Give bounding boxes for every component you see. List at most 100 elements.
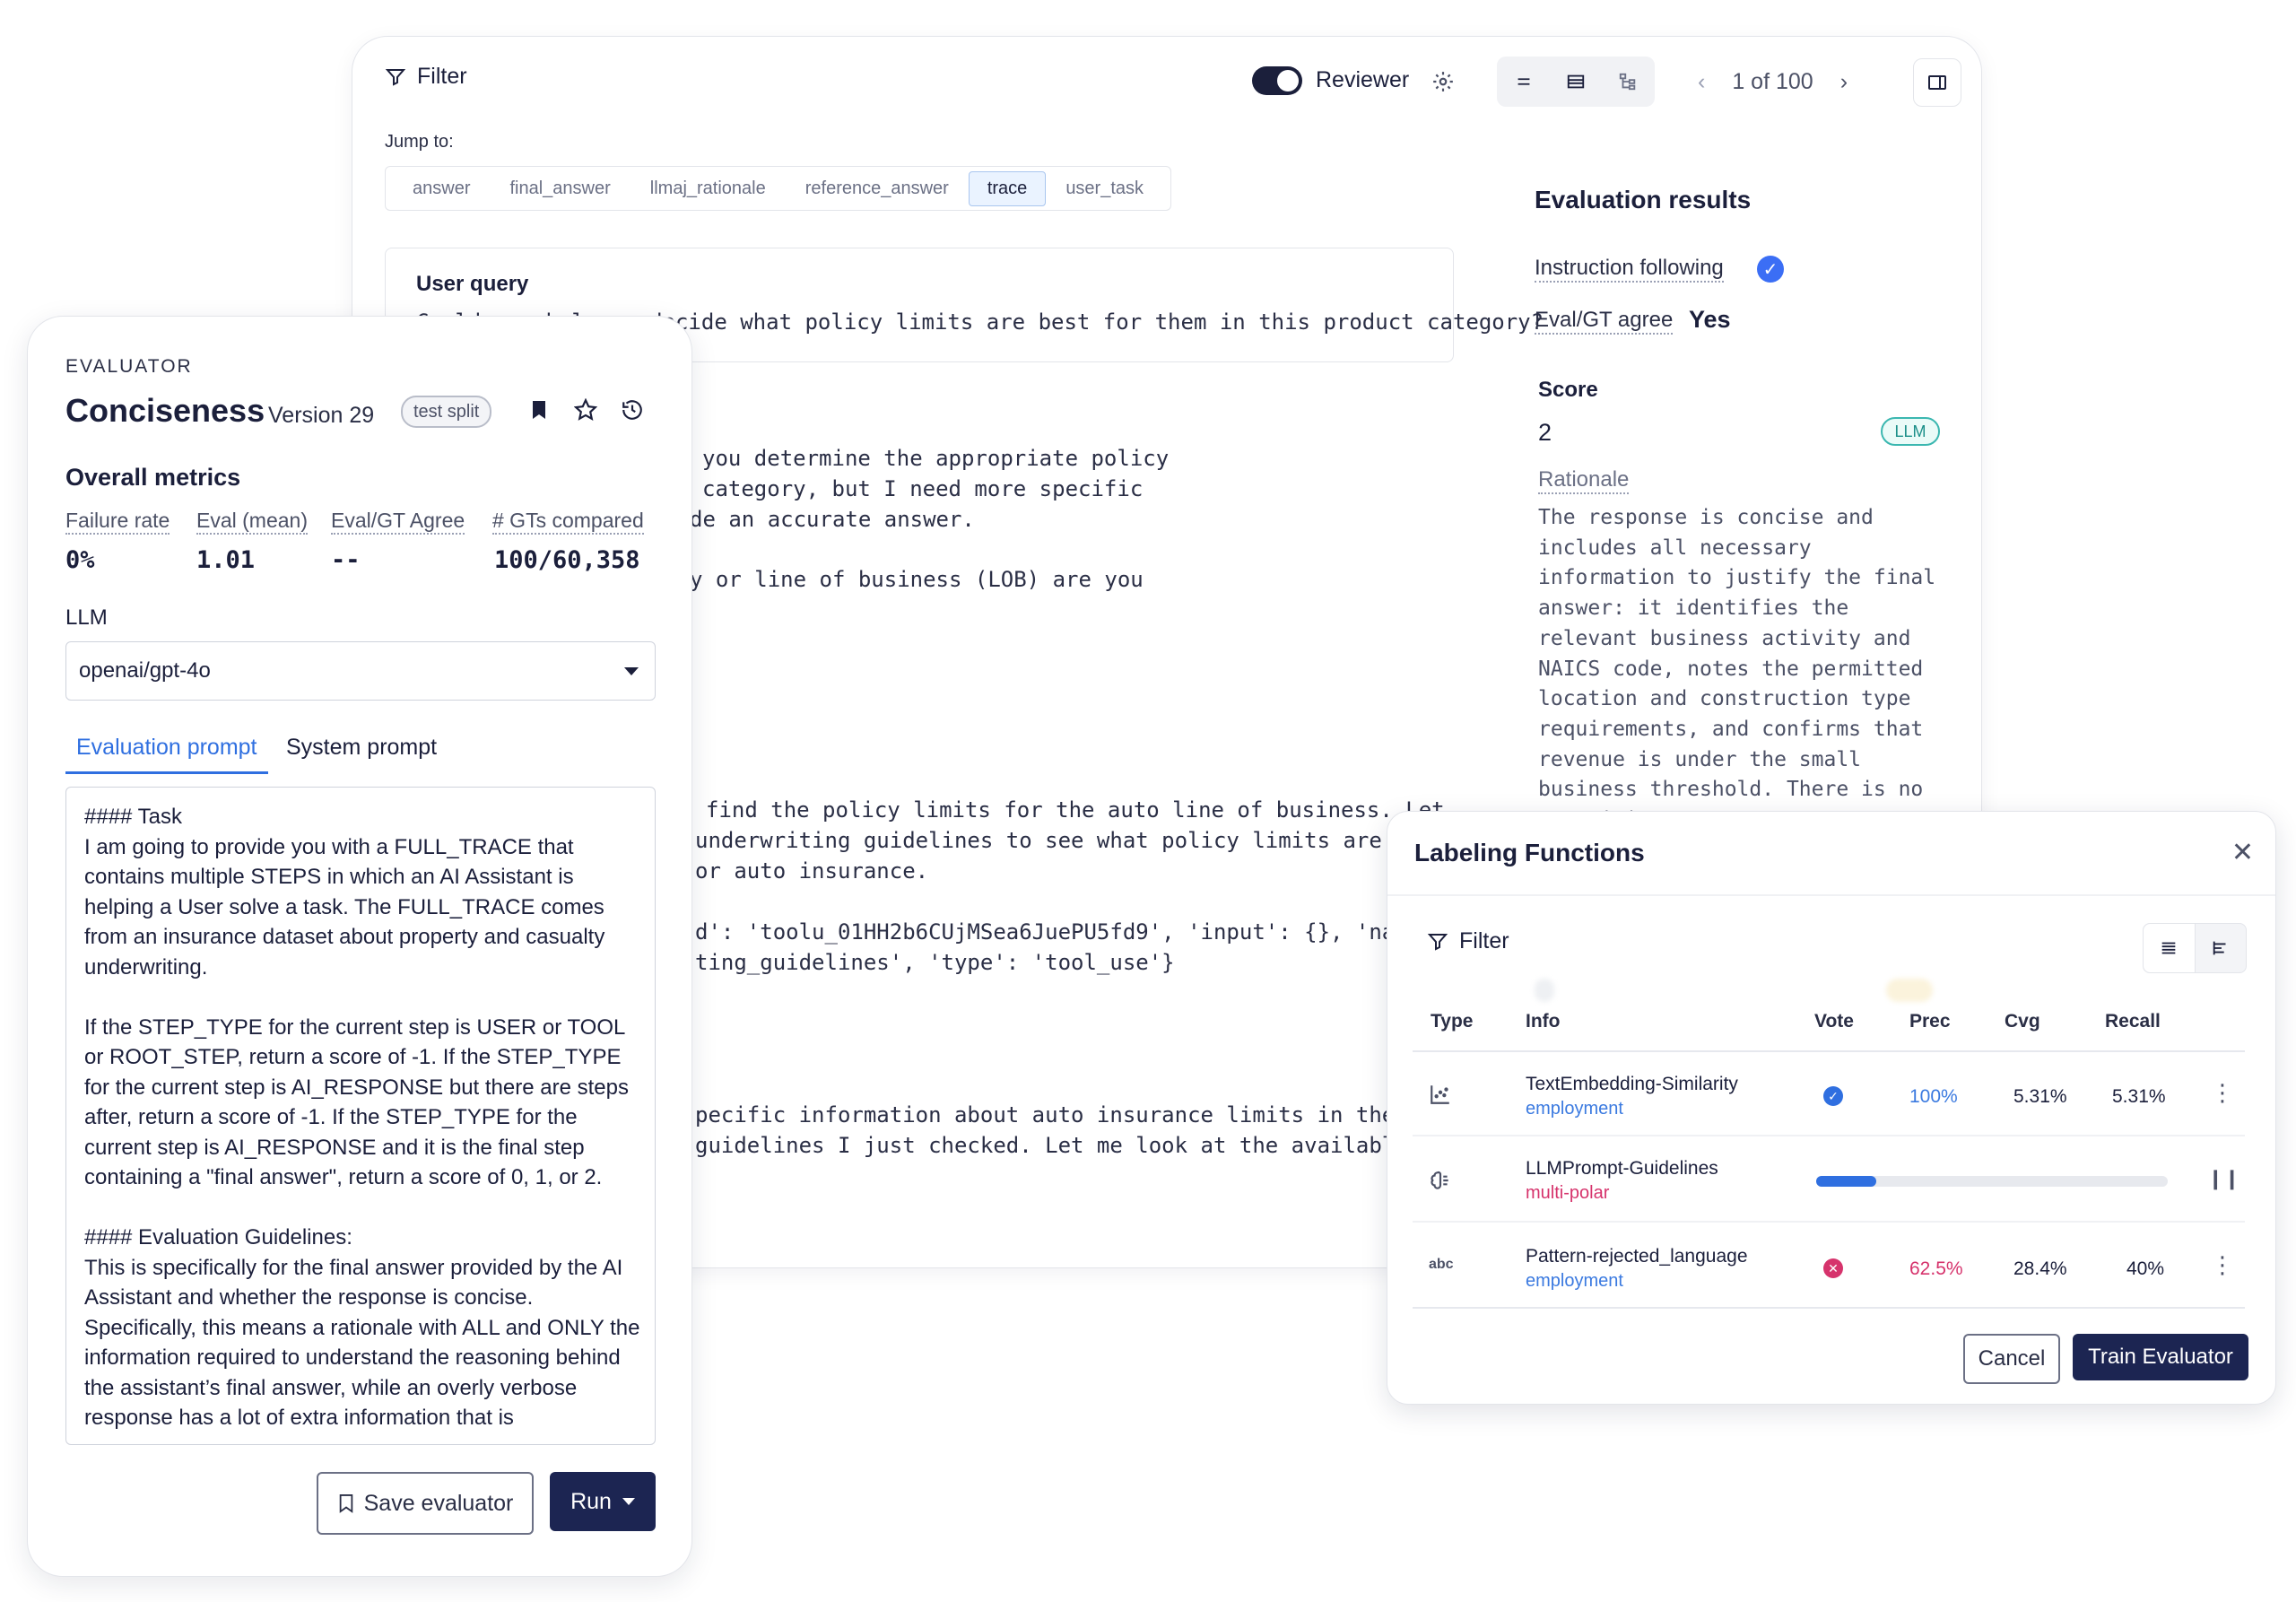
rationale-text: The response is concise and includes all… <box>1538 506 1936 844</box>
vote-negative-icon: ✕ <box>1823 1258 1843 1278</box>
table-divider <box>1413 1221 2245 1223</box>
prompt-text: #### Task I am going to provide you with… <box>84 805 640 1430</box>
filter-button[interactable]: Filter <box>385 64 467 90</box>
evaluator-version: Version 29 <box>268 403 375 428</box>
evaluator-title: Conciseness <box>65 392 265 429</box>
abc-icon: abc <box>1429 1257 1454 1272</box>
pause-icon[interactable]: ❙❙ <box>2207 1167 2240 1190</box>
lf-name: Pattern-rejected_language <box>1526 1246 1748 1267</box>
next-page-icon[interactable]: › <box>1840 69 1848 95</box>
column-header-info[interactable]: Info <box>1526 1011 1560 1032</box>
user-query-title: User query <box>416 272 529 296</box>
column-header-prec[interactable]: Prec <box>1909 1011 1951 1032</box>
lf-filter-button[interactable]: Filter <box>1427 928 1509 954</box>
table-divider <box>1413 1135 2245 1136</box>
prev-page-icon[interactable]: ‹ <box>1698 69 1705 95</box>
column-header-vote[interactable]: Vote <box>1814 1011 1854 1032</box>
instruction-following-link[interactable]: Instruction following <box>1535 256 1724 283</box>
divider <box>1387 894 2275 896</box>
eval-gt-agree-value: Yes <box>1689 306 1731 333</box>
close-icon[interactable]: ✕ <box>2231 837 2254 868</box>
column-header-recall[interactable]: Recall <box>2105 1011 2161 1032</box>
tab-system-prompt[interactable]: System prompt <box>286 735 437 771</box>
metric-label-eval-gt-agree: Eval/GT Agree <box>331 509 465 535</box>
reviewer-label: Reviewer <box>1316 67 1410 92</box>
star-icon[interactable] <box>570 394 602 426</box>
eval-gt-agree-label: Eval/GT agree <box>1535 308 1674 335</box>
more-options-icon[interactable]: ⋮ <box>2211 1251 2234 1279</box>
lf-cvg: 5.31% <box>2013 1086 2067 1107</box>
table-view-icon[interactable] <box>1552 58 1599 105</box>
scatter-chart-icon <box>1429 1083 1452 1110</box>
train-evaluator-button[interactable]: Train Evaluator <box>2073 1334 2248 1380</box>
metric-value-failure-rate: 0% <box>65 546 95 574</box>
column-header-type[interactable]: Type <box>1431 1011 1473 1032</box>
lf-name: TextEmbedding-Similarity <box>1526 1074 1738 1094</box>
jump-tab-llmaj-rationale[interactable]: llmaj_rationale <box>631 171 786 206</box>
jump-tab-trace[interactable]: trace <box>968 170 1047 206</box>
trace-line: pecific information about auto insurance… <box>695 1102 1396 1127</box>
single-view-icon[interactable] <box>1500 58 1547 105</box>
jump-tab-user-task[interactable]: user_task <box>1046 171 1163 206</box>
table-divider <box>1413 1307 2245 1309</box>
page-indicator: 1 of 100 <box>1732 68 1813 94</box>
history-icon[interactable] <box>616 394 648 426</box>
reviewer-toggle[interactable] <box>1252 66 1302 95</box>
blurred-placeholder <box>1886 979 1933 1002</box>
prompt-editor[interactable]: #### Task I am going to provide you with… <box>65 787 656 1445</box>
lf-name: LLMPrompt-Guidelines <box>1526 1158 1718 1179</box>
metric-value-gts-compared: 100/60,358 <box>494 546 640 574</box>
trace-line: underwriting guidelines to see what poli… <box>695 828 1382 853</box>
save-evaluator-button[interactable]: Save evaluator <box>317 1472 534 1535</box>
trace-line: ting_guidelines', 'type': 'tool_use'} <box>695 950 1175 975</box>
blurred-placeholder <box>1535 979 1554 1002</box>
tab-evaluation-prompt[interactable]: Evaluation prompt <box>65 735 268 774</box>
column-header-cvg[interactable]: Cvg <box>2005 1011 2040 1032</box>
side-panel-icon[interactable] <box>1913 58 1961 107</box>
vote-positive-icon: ✓ <box>1823 1086 1843 1106</box>
trace-line: or auto insurance. <box>695 858 929 884</box>
metric-label-gts-compared: # GTs compared <box>492 509 644 535</box>
view-mode-group <box>1497 57 1655 107</box>
jump-tab-answer[interactable]: answer <box>393 171 490 206</box>
lf-cvg: 28.4% <box>2013 1258 2067 1279</box>
lf-tag: employment <box>1526 1271 1623 1291</box>
settings-gear-icon[interactable] <box>1420 58 1466 105</box>
lf-tag: employment <box>1526 1099 1623 1119</box>
trace-line: d': 'toolu_01HH2b6CUjMSea6JuePU5fd9', 'i… <box>695 919 1408 945</box>
score-title: Score <box>1538 378 1598 402</box>
progress-bar <box>1816 1176 2168 1187</box>
jump-to-label: Jump to: <box>385 132 454 152</box>
progress-fill <box>1816 1176 1876 1187</box>
list-view-icon[interactable] <box>2144 924 2196 972</box>
more-options-icon[interactable]: ⋮ <box>2211 1079 2234 1107</box>
bar-view-icon[interactable] <box>2196 924 2247 972</box>
llm-badge: LLM <box>1881 417 1940 446</box>
filter-icon <box>385 68 406 86</box>
jump-tab-final-answer[interactable]: final_answer <box>490 171 630 206</box>
lf-recall: 40% <box>2126 1258 2165 1279</box>
lf-view-toggle <box>2143 923 2247 973</box>
lf-prec: 100% <box>1909 1086 1958 1107</box>
evaluator-card: EVALUATOR Conciseness Version 29 test sp… <box>27 316 692 1577</box>
llm-select[interactable]: openai/gpt-4o <box>65 641 656 701</box>
brain-icon <box>1429 1169 1452 1197</box>
bookmark-icon[interactable] <box>523 394 555 426</box>
trace-line: category, but I need more specific <box>702 476 1144 501</box>
run-button[interactable]: Run <box>550 1472 656 1531</box>
jump-tab-reference-answer[interactable]: reference_answer <box>786 171 969 206</box>
caret-down-icon <box>622 1498 635 1505</box>
evaluation-results-panel: Evaluation results Instruction following… <box>1535 126 1956 844</box>
metric-value-eval-gt-agree: -- <box>331 546 361 574</box>
metric-label-eval-mean: Eval (mean) <box>196 509 308 535</box>
jump-tabs: answer final_answer llmaj_rationale refe… <box>385 166 1172 211</box>
table-divider <box>1413 1050 2245 1052</box>
split-badge: test split <box>401 396 492 428</box>
cancel-button[interactable]: Cancel <box>1963 1334 2060 1384</box>
llm-select-value: openai/gpt-4o <box>79 658 211 683</box>
rationale-label: Rationale <box>1538 467 1630 494</box>
labeling-functions-title: Labeling Functions <box>1414 839 1645 866</box>
bookmark-outline-icon <box>339 1494 352 1513</box>
lf-filter-label: Filter <box>1459 928 1509 953</box>
tree-view-icon[interactable] <box>1605 58 1651 105</box>
